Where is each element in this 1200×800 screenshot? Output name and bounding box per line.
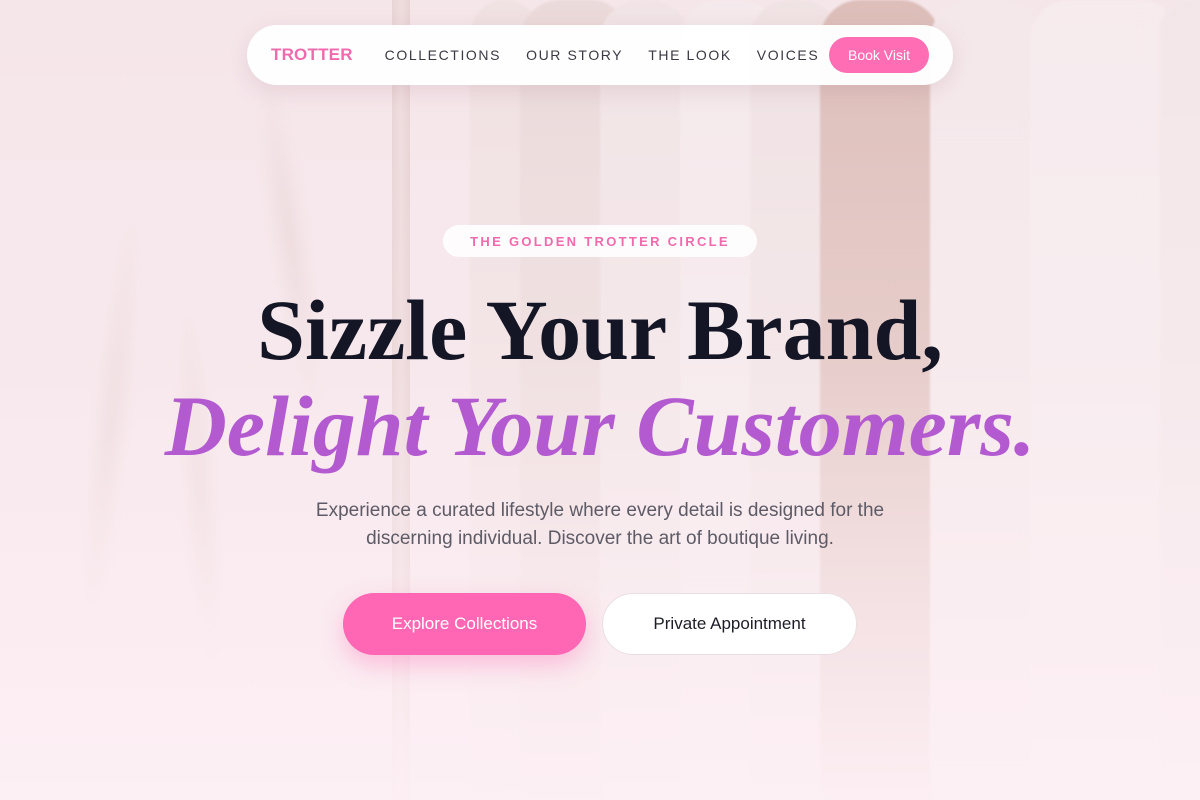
nav-links: COLLECTIONS OUR STORY THE LOOK VOICES [385,47,820,63]
nav-link-the-look[interactable]: THE LOOK [648,47,732,63]
hero-headline-line-2: Delight Your Customers. [164,378,1036,474]
book-visit-button[interactable]: Book Visit [829,37,929,73]
nav-link-collections[interactable]: COLLECTIONS [385,47,501,63]
explore-collections-button[interactable]: Explore Collections [343,593,586,655]
eyebrow-badge: THE GOLDEN TROTTER CIRCLE [443,225,757,257]
nav-link-our-story[interactable]: OUR STORY [526,47,623,63]
brand-logo[interactable]: TROTTER [271,45,353,65]
private-appointment-button[interactable]: Private Appointment [602,593,857,655]
hero-headline-line-1: Sizzle Your Brand, [257,282,943,378]
nav-link-voices[interactable]: VOICES [757,47,820,63]
hero-subtext: Experience a curated lifestyle where eve… [315,500,885,549]
top-navbar: TROTTER COLLECTIONS OUR STORY THE LOOK V… [247,25,953,85]
